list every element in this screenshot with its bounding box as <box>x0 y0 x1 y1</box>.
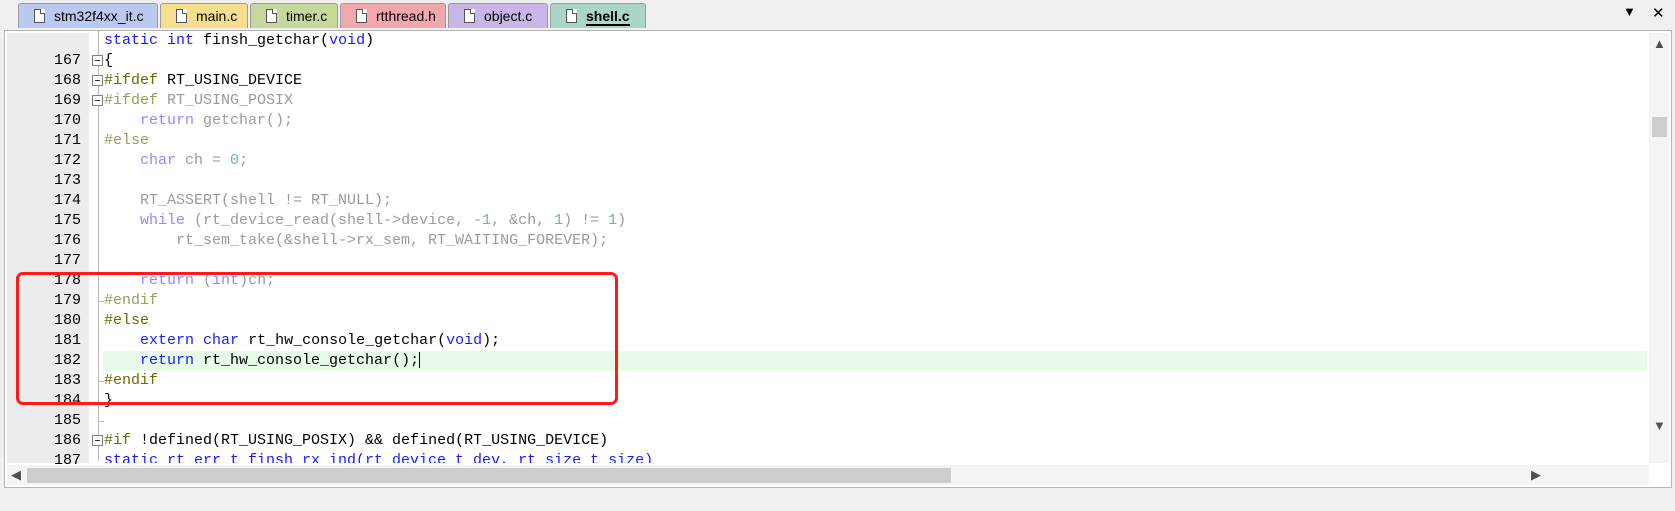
tab-label: shell.c <box>586 8 630 26</box>
scroll-up-icon[interactable]: ▲ <box>1653 37 1666 51</box>
code-line: 168 { <box>5 51 1647 89</box>
close-icon[interactable]: ✕ <box>1652 4 1665 22</box>
code-text: while (rt_device_read(shell->device, -1,… <box>140 212 627 229</box>
fold-toggle-icon[interactable] <box>92 95 103 106</box>
code-text: static int finsh_getchar(void) <box>104 32 375 49</box>
tab-rtthread-h[interactable]: rtthread.h <box>340 3 446 28</box>
code-text: RT_ASSERT(shell != RT_NULL); <box>104 192 393 209</box>
tab-label: object.c <box>484 8 533 24</box>
code-line: 187 #if !defined(RT_USING_POSIX) && defi… <box>5 431 1647 469</box>
annotation-highlight-box <box>16 272 618 405</box>
code-line: 171 return getchar(); <box>5 111 1647 149</box>
code-line: 178 <box>5 251 1647 289</box>
fold-toggle-icon[interactable] <box>92 75 103 86</box>
tab-stm32f4xx-it-c[interactable]: stm32f4xx_it.c <box>18 3 158 28</box>
file-icon <box>356 9 367 23</box>
code-text: char ch = 0; <box>140 152 249 169</box>
code-line: 175 RT_ASSERT(shell != RT_NULL); <box>5 191 1647 229</box>
fold-end-marker <box>98 421 104 422</box>
tab-label: stm32f4xx_it.c <box>54 8 144 24</box>
file-icon <box>464 9 475 23</box>
horizontal-scroll-thumb[interactable] <box>27 468 951 483</box>
tab-label: main.c <box>196 8 238 24</box>
file-icon <box>266 9 277 23</box>
code-line: 173 char ch = 0; <box>5 151 1647 189</box>
tab-timer-c[interactable]: timer.c <box>250 3 338 28</box>
fold-toggle-icon[interactable] <box>92 435 103 446</box>
code-text: #ifdef RT_USING_DEVICE <box>104 72 303 89</box>
tab-main-c[interactable]: main.c <box>160 3 248 28</box>
vertical-scroll-thumb[interactable] <box>1652 117 1667 137</box>
code-text: rt_sem_take(&shell->rx_sem, RT_WAITING_F… <box>104 232 609 249</box>
scroll-down-icon[interactable]: ▼ <box>1653 419 1666 433</box>
file-icon <box>566 9 577 23</box>
vertical-scrollbar[interactable]: ▲ ▼ <box>1649 33 1669 463</box>
code-text: #else <box>104 132 150 149</box>
tab-bar: stm32f4xx_it.c main.c timer.c rtthread.h… <box>0 0 1675 30</box>
tab-label: timer.c <box>286 8 328 24</box>
tab-object-c[interactable]: object.c <box>448 3 548 28</box>
code-line: 172 #else <box>5 131 1647 169</box>
scroll-left-icon[interactable]: ◀ <box>11 468 21 482</box>
code-editor[interactable]: 167 static int finsh_getchar(void) 168 {… <box>4 30 1672 488</box>
code-line: 177 rt_sem_take(&shell->rx_sem, RT_WAITI… <box>5 231 1647 269</box>
file-icon <box>176 9 187 23</box>
code-text: return getchar(); <box>140 112 294 129</box>
code-line: 176 while (rt_device_read(shell->device,… <box>5 211 1647 249</box>
code-line: 174 <box>5 171 1647 209</box>
code-line: 167 static int finsh_getchar(void) <box>5 31 1647 69</box>
fold-toggle-icon[interactable] <box>92 55 103 66</box>
tab-shell-c[interactable]: shell.c <box>550 3 646 28</box>
code-line: 186 <box>5 411 1647 449</box>
scroll-right-icon[interactable]: ▶ <box>1531 468 1541 482</box>
code-line: 170 #ifdef RT_USING_POSIX <box>5 91 1647 129</box>
code-text: static rt_err_t finsh_rx_ind(rt_device_t… <box>104 452 654 463</box>
code-line: 188 static rt_err_t finsh_rx_ind(rt_devi… <box>5 451 1647 463</box>
code-line-clip: 188 static rt_err_t finsh_rx_ind(rt_devi… <box>5 451 1647 463</box>
horizontal-scrollbar[interactable]: ◀ ▶ <box>7 465 1649 485</box>
code-line: 169 #ifdef RT_USING_DEVICE <box>5 71 1647 109</box>
code-text: { <box>104 52 114 69</box>
tab-label: rtthread.h <box>376 8 436 24</box>
code-text: #if !defined(RT_USING_POSIX) && defined(… <box>104 432 609 449</box>
chevron-down-icon[interactable]: ▼ <box>1623 4 1636 19</box>
code-text: #ifdef RT_USING_POSIX <box>104 92 294 109</box>
file-icon <box>34 9 45 23</box>
